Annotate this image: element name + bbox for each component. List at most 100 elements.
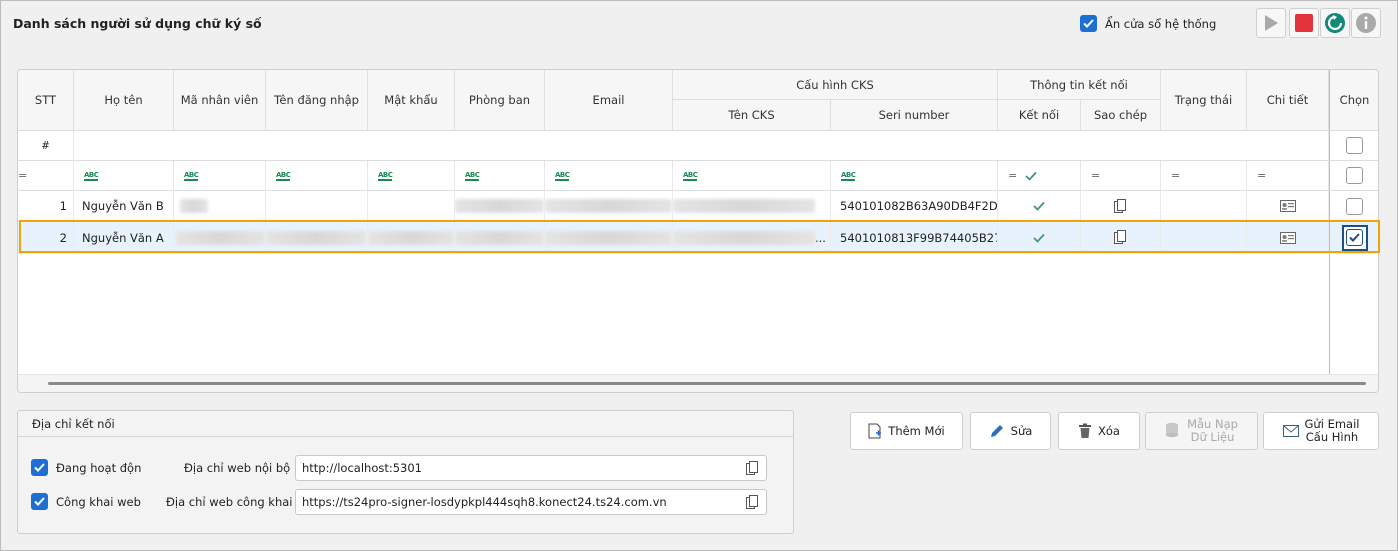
id-card-icon[interactable] — [1279, 231, 1296, 244]
filter-username[interactable]: ABC — [266, 161, 368, 191]
row1-detail[interactable] — [1247, 191, 1329, 222]
row2-serial[interactable]: 5401010813F99B74405B277... — [831, 222, 998, 254]
row2-department[interactable] — [455, 222, 545, 254]
header-cks-group: Cấu hình CKS — [673, 70, 998, 100]
header-username[interactable]: Tên đăng nhập — [266, 70, 368, 131]
row1-department[interactable] — [455, 191, 545, 222]
filter-connect[interactable]: = — [998, 161, 1081, 191]
import-template-button[interactable]: Mẫu Nạp Dữ Liệu — [1145, 412, 1258, 450]
row2-email[interactable] — [545, 222, 673, 254]
filter-serial[interactable]: ABC — [831, 161, 998, 191]
copy-icon[interactable] — [1114, 230, 1127, 245]
internal-url-field[interactable]: http://localhost:5301 — [295, 455, 767, 481]
copy-icon[interactable] — [746, 461, 759, 476]
play-button[interactable] — [1256, 8, 1286, 38]
row1-username[interactable] — [266, 191, 368, 222]
row1-cks-name[interactable] — [673, 191, 831, 222]
copy-icon[interactable] — [746, 495, 759, 510]
text-filter-icon: ABC — [465, 170, 480, 181]
row1-select-checkbox[interactable] — [1346, 197, 1363, 215]
header-cks-name[interactable]: Tên CKS — [673, 100, 831, 131]
filter-select[interactable] — [1329, 161, 1378, 191]
public-checkbox[interactable] — [31, 493, 48, 510]
row1-email[interactable] — [545, 191, 673, 222]
header-password[interactable]: Mật khẩu — [368, 70, 455, 131]
row1-emp-code[interactable] — [174, 191, 266, 222]
header-email[interactable]: Email — [545, 70, 673, 131]
row2-select-checkbox[interactable] — [1346, 229, 1363, 246]
horizontal-scrollbar-thumb[interactable] — [48, 382, 1366, 385]
row1-serial[interactable]: 540101082B63A90DB4F2DF8... — [831, 191, 998, 222]
public-url-field[interactable]: https://ts24pro-signer-losdypkpl444sqh8.… — [295, 489, 767, 515]
header-name[interactable]: Họ tên — [74, 70, 174, 131]
play-icon — [1265, 15, 1278, 31]
equals-icon: = — [1008, 169, 1018, 182]
edit-button[interactable]: Sửa — [970, 412, 1051, 450]
row1-copy[interactable] — [1081, 191, 1161, 222]
active-checkbox[interactable] — [31, 459, 48, 476]
header-department[interactable]: Phòng ban — [455, 70, 545, 131]
filter-stt[interactable]: = — [18, 161, 74, 191]
filter-status[interactable]: = — [1161, 161, 1247, 191]
stop-button[interactable] — [1289, 8, 1319, 38]
delete-button[interactable]: Xóa — [1058, 412, 1140, 450]
row1-connect[interactable] — [998, 191, 1081, 222]
filter-email[interactable]: ABC — [545, 161, 673, 191]
row2-password[interactable] — [368, 222, 455, 254]
row2-connect[interactable] — [998, 222, 1081, 254]
row2-select[interactable] — [1329, 222, 1378, 254]
add-button[interactable]: Thêm Mới — [850, 412, 963, 450]
header-emp-code[interactable]: Mã nhân viên — [174, 70, 266, 131]
database-icon — [1166, 422, 1179, 438]
edit-label: Sửa — [1010, 424, 1033, 438]
row2-stt[interactable]: 2 — [18, 222, 74, 254]
select-all-cell[interactable] — [1329, 131, 1378, 161]
filter-copy[interactable]: = — [1081, 161, 1161, 191]
filter-department[interactable]: ABC — [455, 161, 545, 191]
row1-password[interactable] — [368, 191, 455, 222]
send-config-email-button[interactable]: Gửi Email Cấu Hình — [1263, 412, 1379, 450]
row2-name[interactable]: Nguyễn Văn A — [74, 222, 174, 254]
row2-emp-code[interactable] — [174, 222, 266, 254]
header-copy[interactable]: Sao chép — [1081, 100, 1161, 131]
filter-emp-code[interactable]: ABC — [174, 161, 266, 191]
filter-password[interactable]: ABC — [368, 161, 455, 191]
row1-status[interactable] — [1161, 191, 1247, 222]
check-icon — [1025, 171, 1037, 181]
hide-system-toggle[interactable]: Ẩn cửa sổ hệ thống — [1080, 15, 1216, 32]
header-stt[interactable]: STT — [18, 70, 74, 131]
new-row[interactable] — [74, 131, 1329, 161]
row2-cks-name[interactable]: ... — [673, 222, 831, 254]
header-connect[interactable]: Kết nối — [998, 100, 1081, 131]
filter-name[interactable]: ABC — [74, 161, 174, 191]
row1-stt[interactable]: 1 — [18, 191, 74, 222]
header-select[interactable]: Chọn — [1329, 70, 1378, 131]
row2-username[interactable] — [266, 222, 368, 254]
filter-cks-name[interactable]: ABC — [673, 161, 831, 191]
row2-copy[interactable] — [1081, 222, 1161, 254]
row2-detail[interactable] — [1247, 222, 1329, 254]
id-card-icon[interactable] — [1279, 200, 1296, 212]
row1-name[interactable]: Nguyễn Văn B — [74, 191, 174, 222]
header-conn-group: Thông tin kết nối — [998, 70, 1161, 100]
row2-status[interactable] — [1161, 222, 1247, 254]
send-config-email-label: Gửi Email Cấu Hình — [1304, 417, 1360, 444]
header-detail[interactable]: Chi tiết — [1247, 70, 1329, 131]
row1-select[interactable] — [1329, 191, 1378, 222]
equals-icon: = — [1091, 169, 1101, 182]
info-button[interactable] — [1351, 8, 1381, 38]
active-label: Đang hoạt độn — [56, 461, 142, 475]
hide-system-checkbox[interactable] — [1080, 15, 1097, 32]
copy-icon[interactable] — [1114, 198, 1127, 214]
text-filter-icon: ABC — [276, 170, 291, 181]
filter-select-checkbox[interactable] — [1346, 167, 1363, 184]
users-grid: STT Họ tên Mã nhân viên Tên đăng nhập Mậ… — [17, 69, 1379, 393]
add-label: Thêm Mới — [888, 424, 945, 438]
header-serial[interactable]: Seri number — [831, 100, 998, 131]
header-status[interactable]: Trạng thái — [1161, 70, 1247, 131]
select-all-checkbox[interactable] — [1346, 137, 1363, 154]
row2-select-focus[interactable] — [1341, 224, 1368, 251]
refresh-button[interactable] — [1320, 8, 1350, 38]
select-column-divider — [1329, 254, 1330, 392]
filter-detail[interactable]: = — [1247, 161, 1329, 191]
